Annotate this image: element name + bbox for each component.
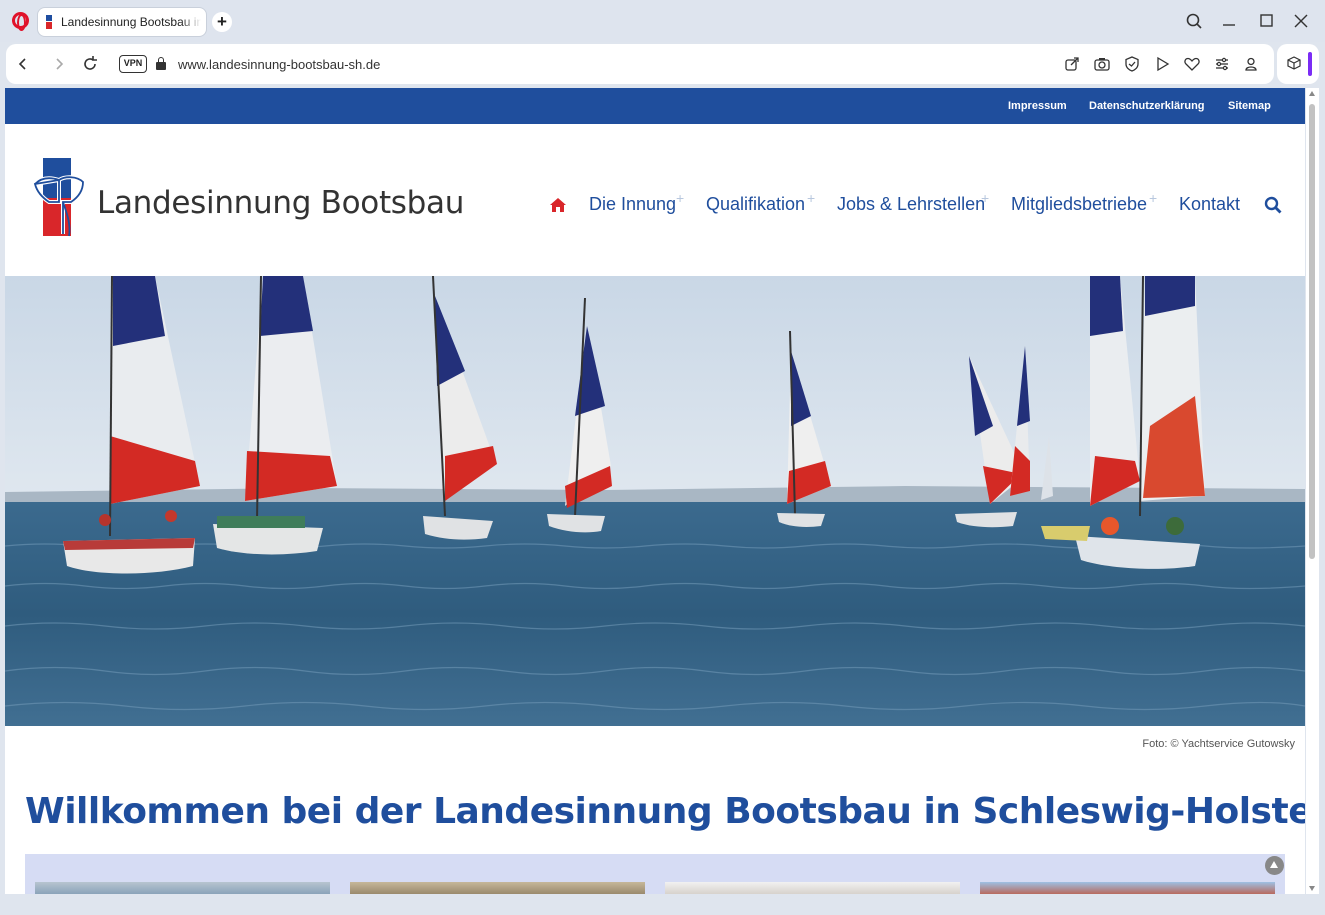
share-icon[interactable] bbox=[1063, 55, 1081, 73]
nav-die-innung[interactable]: Die Innung bbox=[589, 194, 676, 215]
submenu-marker: + bbox=[981, 190, 989, 206]
welcome-heading: Willkommen bei der Landesinnung Bootsbau… bbox=[25, 791, 1305, 832]
sidebar-indicator bbox=[1308, 52, 1312, 76]
gallery-thumb[interactable] bbox=[665, 882, 960, 894]
back-icon[interactable] bbox=[12, 53, 34, 75]
impressum-link[interactable]: Impressum bbox=[1008, 100, 1067, 112]
search-icon[interactable] bbox=[1264, 196, 1282, 214]
nav-jobs-lehrstellen[interactable]: Jobs & Lehrstellen bbox=[837, 194, 985, 215]
lock-icon[interactable] bbox=[156, 57, 166, 70]
home-icon[interactable] bbox=[549, 197, 567, 213]
nav-kontakt[interactable]: Kontakt bbox=[1179, 194, 1240, 215]
vpn-badge[interactable]: VPN bbox=[119, 55, 147, 73]
heart-icon[interactable] bbox=[1183, 55, 1201, 73]
close-icon[interactable] bbox=[1289, 10, 1313, 32]
url-field[interactable]: www.landesinnung-bootsbau-sh.de bbox=[178, 57, 380, 72]
nav-mitgliedsbetriebe[interactable]: Mitgliedsbetriebe bbox=[1011, 194, 1147, 215]
submenu-marker: + bbox=[807, 190, 815, 206]
submenu-marker: + bbox=[676, 190, 684, 206]
site-header: Landesinnung Bootsbau Die Innung + Quali… bbox=[5, 124, 1305, 276]
opera-logo-icon[interactable] bbox=[12, 12, 29, 29]
submenu-marker: + bbox=[1149, 190, 1157, 206]
play-icon[interactable] bbox=[1153, 55, 1171, 73]
scroll-to-top-button[interactable] bbox=[1265, 856, 1284, 875]
user-icon[interactable] bbox=[1242, 55, 1260, 73]
camera-icon[interactable] bbox=[1093, 55, 1111, 73]
gallery-thumb[interactable] bbox=[35, 882, 330, 894]
tab-search-icon[interactable] bbox=[1182, 10, 1206, 32]
hero-sailing-photo bbox=[5, 276, 1305, 726]
datenschutz-link[interactable]: Datenschutzerklärung bbox=[1089, 100, 1205, 112]
nav-qualifikation[interactable]: Qualifikation bbox=[706, 194, 805, 215]
page-scrollbar[interactable] bbox=[1306, 88, 1319, 894]
gallery-thumb[interactable] bbox=[350, 882, 645, 894]
address-bar: VPN www.landesinnung-bootsbau-sh.de bbox=[6, 44, 1274, 84]
reload-icon[interactable] bbox=[79, 53, 101, 75]
browser-tab[interactable]: Landesinnung Bootsbau in Schleswig-Holst… bbox=[38, 8, 206, 36]
site-favicon-icon bbox=[46, 15, 56, 29]
gallery-thumb[interactable] bbox=[980, 882, 1275, 894]
top-service-bar: Impressum Datenschutzerklärung Sitemap bbox=[5, 88, 1305, 124]
extensions-panel[interactable] bbox=[1277, 44, 1319, 84]
browser-tabbar: Landesinnung Bootsbau in Schleswig-Holst… bbox=[0, 0, 1325, 42]
scroll-up-icon[interactable] bbox=[1309, 91, 1315, 96]
sitemap-link[interactable]: Sitemap bbox=[1228, 100, 1271, 112]
forward-icon[interactable] bbox=[48, 53, 70, 75]
site-name[interactable]: Landesinnung Bootsbau bbox=[97, 185, 464, 221]
landesinnung-logo[interactable] bbox=[33, 158, 89, 238]
gallery-strip bbox=[25, 854, 1285, 894]
maximize-icon[interactable] bbox=[1254, 10, 1278, 32]
new-tab-button[interactable]: + bbox=[212, 12, 232, 32]
scroll-down-icon[interactable] bbox=[1309, 886, 1315, 891]
shield-icon[interactable] bbox=[1123, 55, 1141, 73]
tab-title: Landesinnung Bootsbau in Schleswig-Holst… bbox=[61, 15, 201, 29]
menu-icon[interactable] bbox=[1213, 55, 1231, 73]
photo-credit: Foto: © Yachtservice Gutowsky bbox=[1142, 738, 1295, 750]
minimize-icon[interactable] bbox=[1217, 10, 1241, 32]
cube-icon[interactable] bbox=[1287, 56, 1301, 70]
page-viewport: Impressum Datenschutzerklärung Sitemap L… bbox=[5, 88, 1305, 894]
scroll-thumb[interactable] bbox=[1309, 104, 1315, 559]
